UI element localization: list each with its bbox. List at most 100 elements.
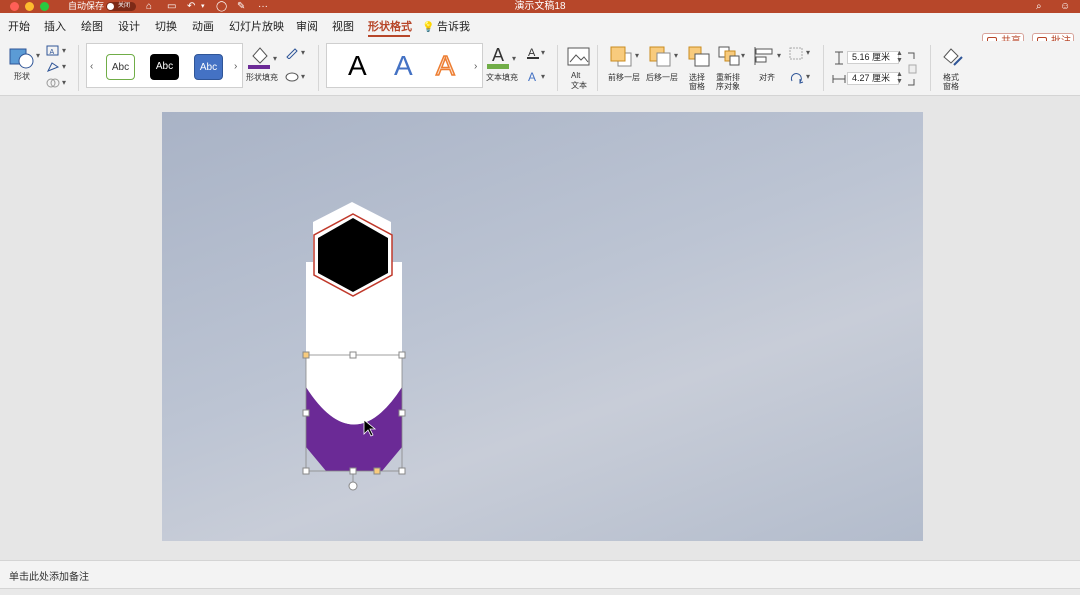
slide-canvas[interactable]	[162, 112, 923, 541]
ribbon-tabs: 开始 插入 绘图 设计 切换 动画 幻灯片放映 审阅 视图 形状格式 💡 告诉我…	[0, 13, 1080, 51]
alt-text-label-line1: Alt	[571, 71, 581, 80]
home-icon[interactable]: ⌂	[146, 0, 152, 13]
shapes-dropdown-icon[interactable]: ▾	[36, 51, 40, 60]
shape-style-sample[interactable]: Abc	[150, 54, 179, 80]
ribbon-separator	[78, 45, 79, 91]
alt-text-label-line2: 文本	[571, 81, 587, 90]
shape-effects-dropdown-icon[interactable]: ▾	[301, 72, 305, 81]
reorder-dropdown-icon[interactable]: ▾	[741, 51, 745, 60]
resize-handle-left[interactable]	[302, 409, 310, 417]
tab-shape-format[interactable]: 形状格式	[368, 21, 412, 34]
group-objects-icon[interactable]	[789, 47, 805, 64]
edit-icon[interactable]: ✎	[237, 0, 245, 13]
width-stepper-icon[interactable]: ▲ ▼	[896, 71, 903, 85]
bring-forward-dropdown-icon[interactable]: ▾	[635, 51, 639, 60]
width-input[interactable]: 4.27 厘米	[847, 72, 899, 85]
wordart-sample-blue[interactable]: A	[394, 51, 413, 81]
redo-icon[interactable]: ◯	[216, 0, 227, 13]
rotate-handle[interactable]	[348, 481, 358, 491]
autosave-toggle[interactable]: 关闭	[106, 2, 136, 11]
height-icon	[832, 51, 846, 68]
adjust-handle[interactable]	[373, 467, 381, 475]
text-outline-dropdown-icon[interactable]: ▾	[541, 48, 545, 57]
send-backward-dropdown-icon[interactable]: ▾	[674, 51, 678, 60]
resize-handle-right[interactable]	[398, 409, 406, 417]
tab-transitions[interactable]: 切换	[155, 21, 177, 34]
tab-draw[interactable]: 绘图	[81, 21, 103, 34]
resize-handle-top-right[interactable]	[398, 351, 406, 359]
wordart-sample-orange[interactable]: A	[435, 50, 455, 82]
text-fill-icon[interactable]: A	[487, 44, 511, 73]
tab-home[interactable]: 开始	[8, 21, 30, 34]
gallery-next-icon[interactable]: ›	[234, 61, 237, 72]
align-dropdown-icon[interactable]: ▾	[777, 51, 781, 60]
window-maximize-button[interactable]	[40, 2, 49, 11]
shape-style-sample[interactable]: Abc	[194, 54, 223, 80]
status-bar	[0, 588, 1080, 595]
window-close-button[interactable]	[10, 2, 19, 11]
text-box-icon[interactable]: A	[46, 45, 60, 60]
save-icon[interactable]: ▭	[167, 0, 176, 13]
height-input[interactable]: 5.16 厘米	[847, 51, 899, 64]
merge-shapes-icon[interactable]	[46, 77, 60, 92]
text-fill-dropdown-icon[interactable]: ▾	[512, 54, 516, 63]
lock-aspect-ratio-icon[interactable]	[906, 51, 918, 90]
text-effects-dropdown-icon[interactable]: ▾	[541, 72, 545, 81]
search-icon[interactable]: ⌕	[1036, 0, 1042, 13]
shape-outline-dropdown-icon[interactable]: ▾	[301, 48, 305, 57]
tab-slideshow[interactable]: 幻灯片放映	[229, 21, 284, 34]
resize-handle-bottom[interactable]	[349, 467, 357, 475]
align-icon[interactable]	[752, 45, 776, 72]
autosave-state: 关闭	[118, 3, 131, 9]
shape-effects-icon[interactable]	[285, 71, 299, 86]
resize-handle-bottom-left[interactable]	[302, 467, 310, 475]
bring-forward-label: 前移一层	[608, 73, 640, 82]
ribbon: ▾ 形状 A ▾ ▾ ▾ ‹ Abc Abc Abc › ▾ 形状填充 ▾ ▾ …	[0, 41, 1080, 96]
tab-review[interactable]: 审阅	[296, 21, 318, 34]
resize-handle-top[interactable]	[349, 351, 357, 359]
document-title: 演示文稿18	[514, 1, 566, 12]
alt-text-icon[interactable]	[567, 46, 591, 71]
format-pane-icon[interactable]	[940, 45, 964, 72]
text-outline-icon[interactable]: A	[526, 46, 540, 63]
notes-pane[interactable]: 单击此处添加备注	[0, 560, 1080, 588]
tab-view[interactable]: 视图	[332, 21, 354, 34]
resize-handle-bottom-right[interactable]	[398, 467, 406, 475]
group-dropdown-icon[interactable]: ▾	[806, 48, 810, 57]
wordart-next-icon[interactable]: ›	[474, 61, 477, 72]
tab-animations[interactable]: 动画	[192, 21, 214, 34]
merge-shapes-dropdown-icon[interactable]: ▾	[62, 78, 66, 87]
format-pane-label-line2: 窗格	[943, 82, 959, 91]
edit-shape-icon[interactable]	[46, 61, 60, 76]
reorder-label-line2: 序对象	[716, 82, 740, 91]
text-effects-icon[interactable]: A	[526, 70, 540, 87]
paint-bucket-icon[interactable]	[248, 44, 272, 73]
edit-shape-dropdown-icon[interactable]: ▾	[62, 62, 66, 71]
ribbon-separator	[597, 45, 598, 91]
account-icon[interactable]: ☺	[1060, 0, 1070, 13]
adjust-handle[interactable]	[302, 351, 310, 359]
tab-insert[interactable]: 插入	[44, 21, 66, 34]
undo-icon[interactable]: ↶	[187, 0, 195, 13]
slide-shapes	[302, 202, 406, 491]
bring-forward-icon[interactable]	[609, 45, 633, 72]
wordart-sample-black[interactable]: A	[348, 51, 367, 81]
height-stepper-icon[interactable]: ▲ ▼	[896, 50, 903, 64]
reorder-objects-icon[interactable]	[717, 45, 741, 72]
shapes-icon[interactable]	[8, 46, 38, 73]
selection-pane-icon[interactable]	[687, 45, 711, 72]
text-box-dropdown-icon[interactable]: ▾	[62, 46, 66, 55]
window-minimize-button[interactable]	[25, 2, 34, 11]
shapes-label: 形状	[14, 72, 30, 81]
shape-outline-icon[interactable]	[285, 47, 299, 62]
shape-style-sample[interactable]: Abc	[106, 54, 135, 80]
rotate-dropdown-icon[interactable]: ▾	[806, 72, 810, 81]
tab-design[interactable]: 设计	[118, 21, 140, 34]
tab-tell-me[interactable]: 告诉我	[437, 21, 470, 34]
rotate-icon[interactable]	[789, 71, 805, 88]
undo-dropdown-icon[interactable]: ▾	[201, 0, 205, 13]
more-icon[interactable]: ···	[258, 0, 268, 13]
shape-fill-dropdown-icon[interactable]: ▾	[273, 54, 277, 63]
send-backward-icon[interactable]	[648, 45, 672, 72]
gallery-prev-icon[interactable]: ‹	[90, 61, 93, 72]
